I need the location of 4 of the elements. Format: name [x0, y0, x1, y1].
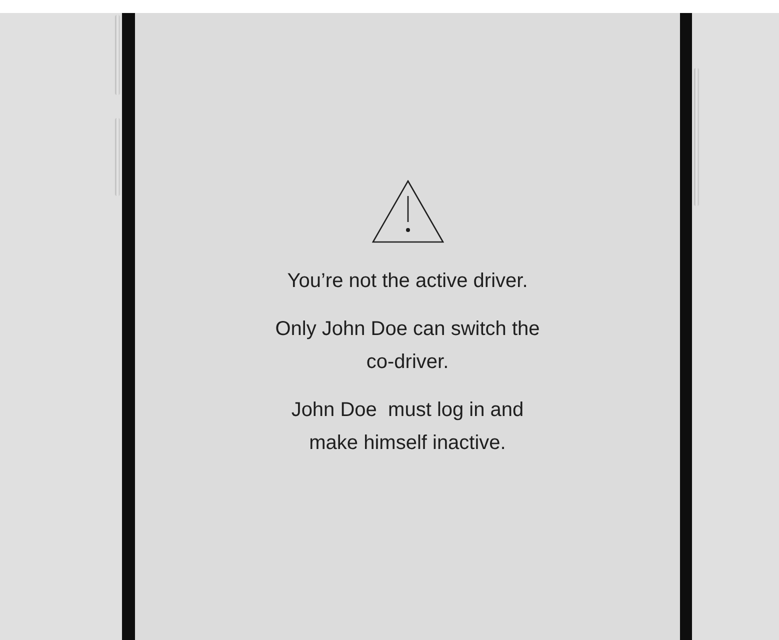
alert-message: John Doe must log in and make himself inactive.: [290, 398, 525, 456]
alert-message: Only John Doe can switch the co-driver.: [274, 317, 541, 375]
warning-icon: [372, 180, 444, 243]
alert-message: You’re not the active driver.: [286, 269, 529, 294]
